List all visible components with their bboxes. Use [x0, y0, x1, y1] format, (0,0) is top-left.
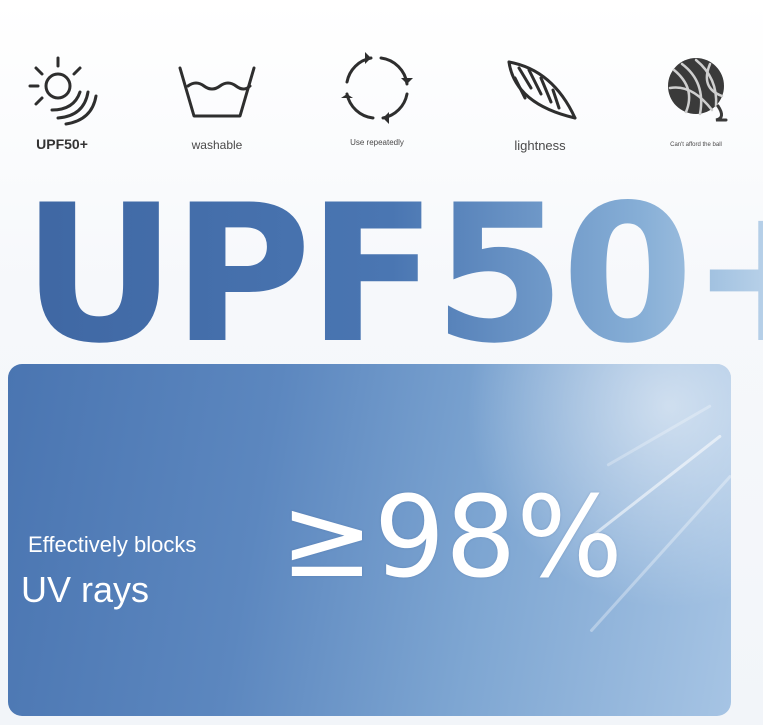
big-headline: UPF50+: [22, 180, 763, 370]
feature-label-lightness: lightness: [514, 138, 566, 153]
yarn-ball-icon: [636, 48, 756, 128]
sun-icon: [2, 48, 122, 128]
recycle-circle-icon: [317, 48, 437, 128]
panel-line-1: Effectively blocks: [28, 532, 197, 557]
panel-line-2: UV rays: [21, 569, 150, 610]
uv-block-stat: ≥98%: [280, 473, 623, 603]
feature-upf: UPF50+: [2, 48, 122, 152]
feature-washable: washable: [157, 48, 277, 152]
feature-label-yarn: Can't afford the ball: [670, 142, 722, 148]
feature-lightness: lightness: [480, 48, 600, 153]
uv-info-panel: Effectively blocks UV rays ≥98%: [8, 364, 731, 716]
feature-label-reusable: Use repeatedly: [350, 138, 404, 147]
feature-icons-row: UPF50+ washable Use repeatedly lightness…: [0, 48, 763, 168]
feature-label-upf: UPF50+: [36, 136, 88, 152]
feature-yarn: Can't afford the ball: [636, 48, 756, 148]
product-banner: UPF50+ washable Use repeatedly lightness…: [0, 0, 763, 725]
wash-basin-icon: [157, 48, 277, 128]
feature-label-washable: washable: [191, 138, 243, 152]
feather-icon: [480, 48, 600, 128]
feature-reusable: Use repeatedly: [317, 48, 437, 147]
